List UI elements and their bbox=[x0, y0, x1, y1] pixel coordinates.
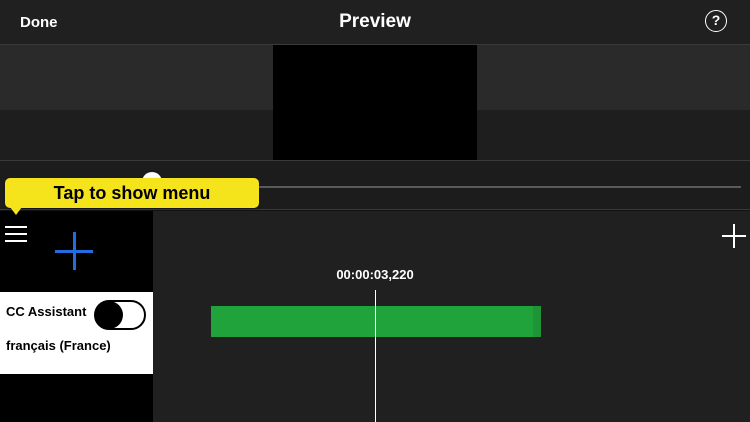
playhead[interactable] bbox=[375, 290, 376, 422]
caption-clip-handle[interactable] bbox=[533, 306, 541, 337]
preview-background-right bbox=[477, 45, 750, 110]
hamburger-menu-icon[interactable] bbox=[5, 226, 27, 242]
video-preview[interactable] bbox=[273, 45, 477, 160]
preview-background-left bbox=[0, 45, 273, 110]
preview-background-right-lower bbox=[477, 110, 750, 160]
help-icon[interactable]: ? bbox=[705, 10, 727, 32]
cc-assistant-label: CC Assistant bbox=[6, 304, 87, 319]
page-title: Preview bbox=[339, 11, 411, 32]
add-track-icon[interactable] bbox=[722, 224, 746, 248]
caption-clip[interactable] bbox=[211, 306, 541, 337]
add-caption-icon[interactable] bbox=[55, 232, 93, 270]
toggle-knob bbox=[95, 301, 123, 329]
timecode-label: 00:00:03,220 bbox=[336, 267, 414, 282]
preview-background-left-lower bbox=[0, 110, 273, 160]
menu-tooltip[interactable]: Tap to show menu bbox=[5, 178, 259, 208]
tooltip-arrow bbox=[10, 207, 22, 215]
cc-language-label[interactable]: français (France) bbox=[6, 338, 111, 353]
